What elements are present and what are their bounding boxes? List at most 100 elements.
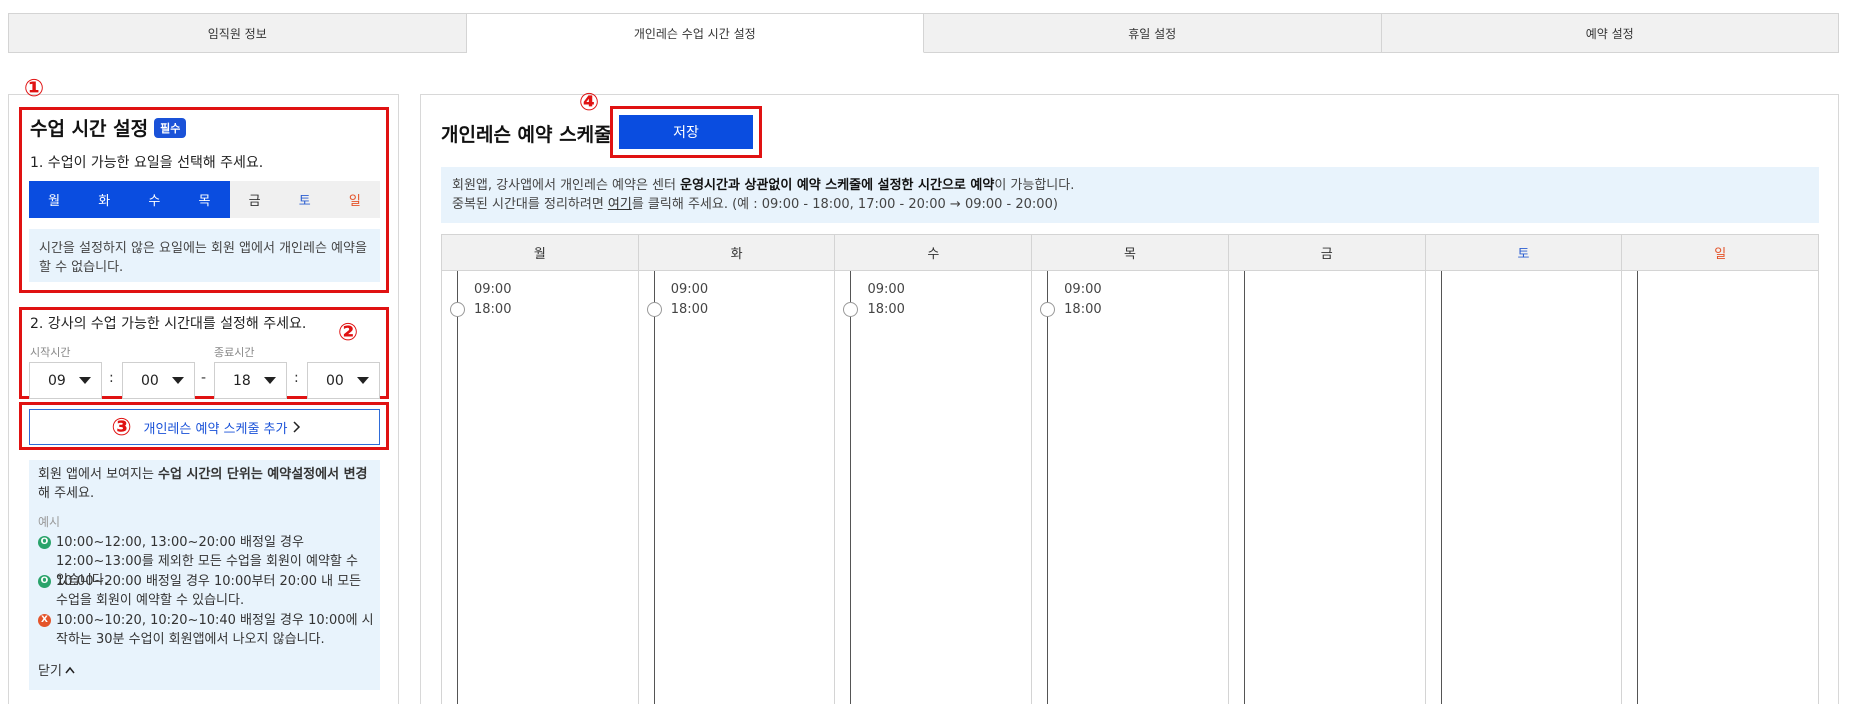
required-badge: 필수 <box>154 117 187 138</box>
notice-line-2: 중복된 시간대를 정리하려면 여기를 클릭해 주세요. (예 : 09:00 -… <box>452 195 1808 214</box>
merge-here-link[interactable]: 여기 <box>608 197 632 212</box>
schedule-column-wed: 수 09:00 18:00 <box>834 235 1032 704</box>
start-hour-select[interactable]: 09 <box>29 362 102 399</box>
schedule-column-fri: 금 <box>1227 235 1425 704</box>
day-toggle-tue[interactable]: 화 <box>79 181 130 218</box>
day-toggle-wed[interactable]: 수 <box>129 181 180 218</box>
weekly-schedule-grid: 월 09:00 18:00 화 09:00 18:00 수 09:00 18:0… <box>441 234 1819 704</box>
slot-end: 18:00 <box>670 302 709 317</box>
add-schedule-label: 개인레슨 예약 스케줄 추가 <box>143 421 288 437</box>
weekday-selector: 월 화 수 목 금 토 일 <box>29 181 380 218</box>
top-tabs: 임직원 정보 개인레슨 수업 시간 설정 휴일 설정 예약 설정 <box>8 13 1839 53</box>
info-text-post: 해 주세요. <box>38 486 95 501</box>
column-header: 토 <box>1425 235 1622 271</box>
end-time-label: 종료시간 <box>214 346 255 359</box>
day-toggle-mon[interactable]: 월 <box>29 181 80 218</box>
day-toggle-fri[interactable]: 금 <box>229 181 280 218</box>
timeline-node[interactable] <box>843 302 859 317</box>
notice-1-bold: 운영시간과 상관없이 예약 스케줄에 설정한 시간으로 예약 <box>680 178 995 193</box>
notice-1-post: 이 가능합니다. <box>994 178 1075 193</box>
schedule-column-thu: 목 09:00 18:00 <box>1031 235 1228 704</box>
caret-down-icon <box>357 377 369 384</box>
caret-down-icon <box>79 377 91 384</box>
annotation-marker-2: ② <box>337 318 359 346</box>
example-item: O 10:00~20:00 배정일 경우 10:00부터 20:00 내 모든 … <box>38 572 374 610</box>
timeline-line <box>1637 271 1639 704</box>
timeline-node[interactable] <box>646 302 662 317</box>
example-text: 10:00~10:20, 10:20~10:40 배정일 경우 10:00에 시… <box>56 613 374 647</box>
schedule-title: 개인레슨 예약 스케줄 <box>441 124 612 146</box>
close-info-link[interactable]: 닫기 <box>38 660 75 679</box>
timeline-line <box>850 271 852 704</box>
time-slot[interactable]: 09:00 18:00 <box>671 280 708 320</box>
column-header: 월 <box>442 235 638 271</box>
timeline-node[interactable] <box>450 302 465 317</box>
column-header: 금 <box>1228 235 1425 271</box>
end-hour-value: 18 <box>233 372 251 389</box>
chevron-right-icon <box>293 421 301 433</box>
day-toggle-sun[interactable]: 일 <box>329 181 380 218</box>
time-colon: : <box>109 370 114 386</box>
day-note: 시간을 설정하지 않은 요일에는 회원 앱에서 개인레슨 예약을 할 수 없습니… <box>29 229 380 282</box>
timeline-line <box>1243 271 1245 704</box>
info-text-bold: 수업 시간의 단위는 예약설정에서 변경 <box>158 467 368 482</box>
day-toggle-thu[interactable]: 목 <box>179 181 230 218</box>
close-label: 닫기 <box>38 664 62 679</box>
section-title-text: 수업 시간 설정 <box>30 118 149 140</box>
chevron-up-icon <box>65 666 75 673</box>
example-text: 10:00~20:00 배정일 경우 10:00부터 20:00 내 모든 수업… <box>56 574 362 608</box>
timeline-node[interactable] <box>1040 302 1056 317</box>
step2-instruction: 2. 강사의 수업 가능한 시간대를 설정해 주세요. <box>30 316 307 332</box>
add-schedule-button[interactable]: ③ 개인레슨 예약 스케줄 추가 <box>29 409 380 445</box>
start-time-label: 시작시간 <box>30 346 71 359</box>
schedule-column-sun: 일 <box>1621 235 1819 704</box>
schedule-column-tue: 화 09:00 18:00 <box>637 235 835 704</box>
notice-2-pre: 중복된 시간대를 정리하려면 <box>452 197 608 212</box>
slot-end: 18:00 <box>474 302 512 317</box>
tab-reservation[interactable]: 예약 설정 <box>1381 13 1839 53</box>
save-button[interactable]: 저장 <box>619 115 753 149</box>
slot-end: 18:00 <box>867 302 905 317</box>
column-header: 화 <box>638 235 835 271</box>
time-unit-info: 회원 앱에서 보여지는 수업 시간의 단위는 예약설정에서 변경해 주세요. 예… <box>29 460 380 690</box>
example-label: 예시 <box>38 515 61 529</box>
tab-lesson-time[interactable]: 개인레슨 수업 시간 설정 <box>466 13 924 53</box>
info-text: 회원 앱에서 보여지는 수업 시간의 단위는 예약설정에서 변경해 주세요. <box>38 465 368 503</box>
slot-start: 09:00 <box>1064 282 1102 297</box>
schedule-column-mon: 월 09:00 18:00 <box>442 235 638 704</box>
tab-holiday[interactable]: 휴일 설정 <box>924 13 1382 53</box>
annotation-marker-1: ① <box>23 74 45 102</box>
time-slot[interactable]: 09:00 18:00 <box>1064 280 1101 320</box>
column-header: 일 <box>1622 235 1819 271</box>
check-circle-icon: O <box>38 536 51 549</box>
info-text-pre: 회원 앱에서 보여지는 <box>38 467 159 482</box>
notice-line-1: 회원앱, 강사앱에서 개인레슨 예약은 센터 운영시간과 상관없이 예약 스케줄… <box>452 176 1808 195</box>
class-time-title: 수업 시간 설정 필수 <box>30 114 187 141</box>
time-dash: - <box>201 370 207 386</box>
time-slot[interactable]: 09:00 18:00 <box>474 280 511 320</box>
slot-start: 09:00 <box>670 282 709 297</box>
example-item: X 10:00~10:20, 10:20~10:40 배정일 경우 10:00에… <box>38 611 374 649</box>
slot-start: 09:00 <box>867 282 905 297</box>
schedule-column-sat: 토 <box>1424 235 1622 704</box>
slot-end: 18:00 <box>1064 302 1102 317</box>
time-colon: : <box>294 370 299 386</box>
notice-2-post: 를 클릭해 주세요. (예 : 09:00 - 18:00, 17:00 - 2… <box>631 197 1058 212</box>
tab-employee-info[interactable]: 임직원 정보 <box>8 13 467 53</box>
start-minute-select[interactable]: 00 <box>122 362 195 399</box>
check-circle-icon: O <box>38 575 51 588</box>
caret-down-icon <box>172 377 184 384</box>
column-header: 수 <box>835 235 1032 271</box>
end-hour-select[interactable]: 18 <box>214 362 287 399</box>
column-header: 목 <box>1032 235 1228 271</box>
annotation-marker-3: ③ <box>111 413 132 441</box>
time-slot[interactable]: 09:00 18:00 <box>867 280 904 320</box>
day-toggle-sat[interactable]: 토 <box>279 181 330 218</box>
timeline-line <box>1047 271 1049 704</box>
end-minute-select[interactable]: 00 <box>307 362 380 399</box>
timeline-line <box>457 271 458 704</box>
x-circle-icon: X <box>38 614 51 627</box>
start-minute-value: 00 <box>141 372 159 389</box>
timeline-line <box>653 271 655 704</box>
start-hour-value: 09 <box>48 372 66 389</box>
